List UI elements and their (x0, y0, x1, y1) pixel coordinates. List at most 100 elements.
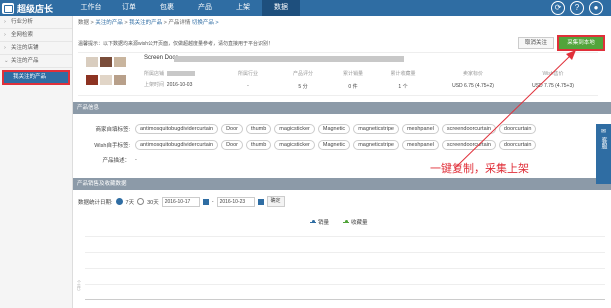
legend-sales[interactable]: 销量 (310, 218, 329, 226)
radio-30days-label: 30天 (147, 199, 159, 206)
customer-service-button[interactable]: ✉ 客服 (596, 124, 611, 184)
product-card: Screen Door 所属店铺 上架时间 2016-10-03 所属行业 - 产… (78, 52, 598, 96)
date-range-row: 数据统计日期: 7天 30天 2016-10-17 - 2016-10-23 确… (78, 196, 285, 207)
tag[interactable]: Magnetic (317, 140, 351, 150)
top-bar: 超级店长 工作台 订单 包裹 产品 上架 数据 ⟳ ? ● (0, 0, 611, 16)
redacted-store (166, 71, 195, 77)
gridline (85, 252, 605, 253)
stat-label: Wish售价 (542, 71, 564, 77)
nav-products[interactable]: 产品 (186, 0, 224, 16)
description-row: 产品描述： - (78, 156, 136, 164)
gridline (85, 284, 605, 285)
chevron-down-icon: ⌄ (4, 58, 9, 64)
tag[interactable]: thumb (246, 124, 272, 134)
product-thumbnail[interactable] (100, 57, 112, 67)
stat-wish-price: Wish售价 USD 7.75 (4.75+3) (513, 70, 593, 89)
app-logo[interactable]: 超级店长 (2, 2, 53, 14)
sidebar-item-industry[interactable]: › 行业分析 (0, 16, 72, 29)
product-thumbnail[interactable] (114, 75, 126, 85)
chevron-right-icon: › (4, 19, 6, 25)
breadcrumb-my-products[interactable]: 我关注的产品 (129, 20, 162, 26)
tag[interactable]: magicsticker (274, 124, 315, 134)
chart-plot-area (85, 236, 605, 300)
stat-value: - (247, 83, 249, 89)
tag[interactable]: Door (221, 140, 243, 150)
sidebar-item-label: 行业分析 (11, 19, 34, 25)
breadcrumb-root: 数据 > (78, 20, 96, 26)
app-title: 超级店长 (17, 3, 54, 14)
tag[interactable]: screendoorcurtain (441, 124, 496, 134)
description-label: 产品描述： (102, 158, 130, 164)
unfollow-button[interactable]: 取消关注 (518, 37, 554, 49)
sidebar-item-products[interactable]: ⌄ 关注的产品 (0, 55, 72, 68)
tag[interactable]: doorcurtain (498, 140, 537, 150)
start-date-input[interactable]: 2016-10-17 (161, 196, 200, 207)
legend-fav-swatch (343, 220, 350, 223)
legend-sales-swatch (310, 220, 316, 223)
date-range-label: 数据统计日期: (78, 199, 113, 206)
breadcrumb: 数据 > 关注的产品 > 我关注的产品 > 产品详情 切换产品 > (78, 18, 219, 26)
calendar-icon[interactable] (257, 198, 264, 205)
tag[interactable]: thumb (246, 140, 272, 150)
stat-value: USD 7.75 (4.75+3) (532, 83, 574, 89)
nav-workbench[interactable]: 工作台 (72, 0, 110, 16)
product-thumbnail[interactable] (114, 57, 126, 67)
collect-button[interactable]: 采集到本地 (557, 35, 605, 51)
tag[interactable]: magneticstripe (353, 140, 399, 150)
legend-favorites[interactable]: 收藏量 (343, 218, 368, 226)
tag[interactable]: meshpanel (401, 124, 439, 134)
radio-7days[interactable] (115, 198, 123, 205)
radio-30days[interactable] (137, 198, 145, 205)
user-icon[interactable]: ● (589, 1, 603, 15)
product-name[interactable]: Screen Door (144, 55, 178, 61)
tag[interactable]: Magnetic (317, 124, 351, 134)
top-icons: ⟳ ? ● (551, 1, 603, 15)
chevron-right-icon: › (4, 32, 6, 38)
annotation-text: 一键复制，采集上架 (430, 162, 529, 175)
store-label: 所属店铺 (144, 71, 165, 77)
product-thumbnails (86, 57, 126, 91)
wish-tags-row: Wish自手标签: antimosquitobugdividercurtain … (78, 140, 537, 150)
legend-fav-label: 收藏量 (351, 220, 368, 226)
calendar-icon[interactable] (202, 198, 209, 205)
sidebar: › 行业分析 › 全网检索 › 关注的店铺 ⌄ 关注的产品 我关注的产品 (0, 16, 73, 308)
customer-service-label: 客服 (600, 137, 606, 149)
tag[interactable]: antimosquitobugdividercurtain (135, 140, 219, 150)
tag[interactable]: meshpanel (401, 140, 439, 150)
nav-listing[interactable]: 上架 (224, 0, 262, 16)
help-icon[interactable]: ? (570, 1, 584, 15)
tag[interactable]: magneticstripe (353, 124, 399, 134)
breadcrumb-current: > 产品详情 (162, 20, 192, 26)
product-thumbnail[interactable] (100, 75, 112, 85)
nav-packages[interactable]: 包裹 (148, 0, 186, 16)
sidebar-item-search[interactable]: › 全网检索 (0, 29, 72, 42)
date-label: 上架时间 (144, 82, 165, 88)
stat-industry: 所属行业 - (218, 70, 278, 89)
refresh-icon[interactable]: ⟳ (551, 1, 565, 15)
stat-favorites: 累计收藏量 1 个 (373, 70, 433, 90)
breadcrumb-followed[interactable]: 关注的产品 (95, 20, 123, 26)
stat-seller-price: 卖家标价 USD 6.75 (4.75+2) (433, 70, 513, 89)
stat-label: 累计收藏量 (390, 71, 416, 77)
switch-product-link[interactable]: 切换产品 > (192, 20, 219, 26)
end-date-input[interactable]: 2016-10-23 (216, 196, 255, 207)
tag[interactable]: doorcurtain (498, 124, 537, 134)
tag[interactable]: magicsticker (274, 140, 315, 150)
sidebar-item-my-products[interactable]: 我关注的产品 (2, 70, 70, 85)
confirm-button[interactable]: 确定 (266, 196, 285, 207)
tag[interactable]: screendoorcurtain (441, 140, 496, 150)
redacted-title (174, 56, 404, 62)
product-thumbnail[interactable] (86, 75, 98, 85)
tag[interactable]: Door (221, 124, 243, 134)
sidebar-item-stores[interactable]: › 关注的店铺 (0, 42, 72, 55)
chart-legend: 销量 收藏量 (310, 218, 368, 226)
tag[interactable]: antimosquitobugdividercurtain (135, 124, 219, 134)
sidebar-item-label: 关注的店铺 (11, 45, 39, 51)
x-axis-line (85, 299, 605, 300)
nav-data[interactable]: 数据 (262, 0, 300, 16)
nav-orders[interactable]: 订单 (110, 0, 148, 16)
sidebar-item-label: 关注的产品 (11, 58, 39, 64)
notice-text: 温馨提示：以下数据均来源wish公开页面，仅做超越度量参考，请勿直接用于平台识别… (78, 41, 274, 47)
date-value: 2016-10-03 (166, 82, 193, 88)
product-thumbnail[interactable] (86, 57, 98, 67)
